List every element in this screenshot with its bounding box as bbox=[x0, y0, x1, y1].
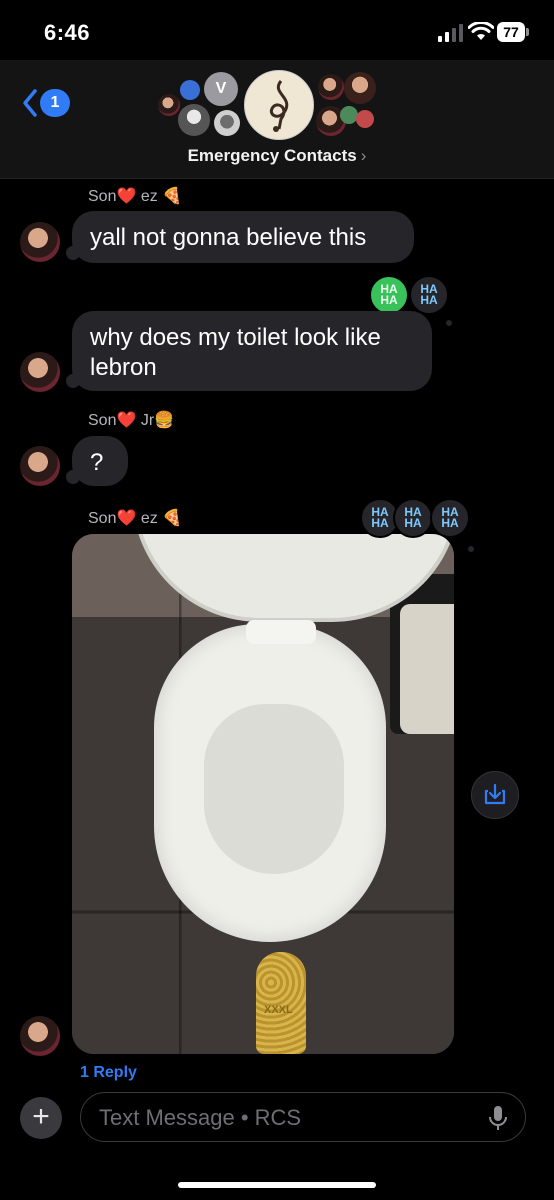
message-bubble[interactable]: ? bbox=[72, 436, 128, 486]
haha-reaction[interactable]: HA HA bbox=[409, 275, 449, 315]
back-button[interactable]: 1 bbox=[22, 88, 70, 118]
battery-level: 77 bbox=[497, 22, 525, 42]
haha-reaction[interactable]: HA HA bbox=[430, 498, 470, 538]
sender-avatar bbox=[20, 446, 60, 486]
haha-reaction[interactable]: HA HA bbox=[393, 498, 433, 538]
microphone-icon[interactable] bbox=[487, 1105, 509, 1131]
treble-clef-icon bbox=[270, 80, 289, 132]
title-text: Emergency Contacts bbox=[187, 146, 357, 165]
chevron-right-icon: › bbox=[360, 146, 367, 165]
sender-name: Son❤️ ez 🍕 bbox=[88, 188, 183, 205]
member-avatar bbox=[344, 72, 376, 104]
battery-icon: 77 bbox=[497, 22, 531, 42]
member-avatar bbox=[178, 104, 210, 136]
wifi-icon bbox=[468, 22, 494, 40]
sock-label: XXXL bbox=[264, 1004, 293, 1016]
sender-avatar bbox=[20, 352, 60, 392]
photo-attachment[interactable]: XXXL bbox=[72, 534, 454, 1054]
status-time: 6:46 bbox=[44, 20, 91, 45]
message-bubble[interactable]: yall not gonna believe this bbox=[72, 211, 414, 263]
back-chevron-icon bbox=[23, 89, 37, 117]
member-avatar bbox=[340, 106, 358, 124]
status-bar: 6:46 77 bbox=[0, 0, 554, 60]
unread-badge: 1 bbox=[40, 89, 70, 117]
sender-avatar bbox=[20, 222, 60, 262]
member-avatar bbox=[158, 94, 180, 116]
member-avatar bbox=[318, 74, 344, 100]
save-to-photos-icon bbox=[484, 783, 506, 805]
message-input-placeholder: Text Message • RCS bbox=[99, 1105, 302, 1130]
sock-image: XXXL bbox=[256, 952, 306, 1054]
sender-avatar bbox=[20, 1016, 60, 1056]
message-bubble[interactable]: why does my toilet look like lebron bbox=[72, 311, 432, 391]
signal-icon bbox=[438, 24, 463, 42]
conversation-title[interactable]: Emergency Contacts › bbox=[0, 146, 554, 166]
thread-reply-link[interactable]: 1 Reply bbox=[80, 1064, 137, 1082]
haha-reaction[interactable]: HA HA bbox=[369, 275, 409, 315]
home-indicator bbox=[178, 1182, 376, 1188]
group-photo[interactable] bbox=[244, 70, 314, 140]
message-input[interactable]: Text Message • RCS bbox=[80, 1092, 526, 1142]
member-avatar bbox=[180, 80, 200, 100]
member-avatar bbox=[214, 110, 240, 136]
member-avatar-letter: V bbox=[204, 72, 238, 106]
sender-name: Son❤️ Jr🍔 bbox=[88, 412, 175, 429]
sender-name: Son❤️ ez 🍕 bbox=[88, 510, 183, 527]
save-photo-button[interactable] bbox=[471, 771, 519, 819]
add-attachment-button[interactable]: + bbox=[20, 1097, 62, 1139]
member-avatar bbox=[356, 110, 374, 128]
